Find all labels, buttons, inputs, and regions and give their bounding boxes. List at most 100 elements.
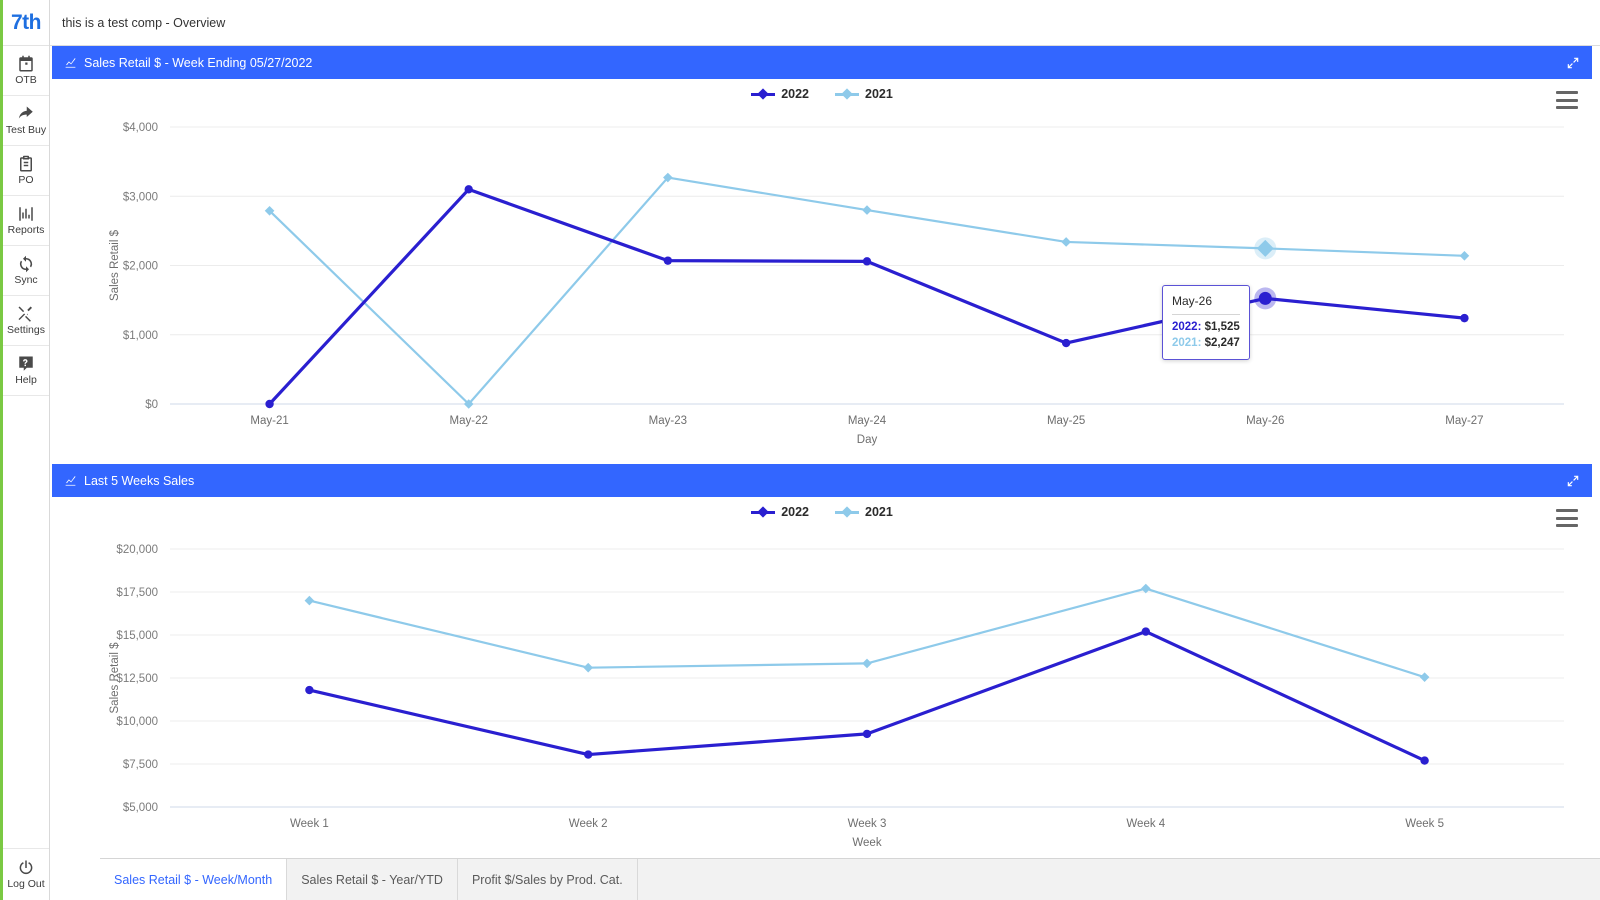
svg-text:Week 4: Week 4	[1126, 818, 1165, 830]
svg-text:May-25: May-25	[1047, 415, 1085, 427]
calendar-icon	[17, 55, 35, 73]
sidebar-item-otb[interactable]: OTB	[3, 46, 49, 96]
chart-tooltip: May-26 2022: $1,525 2021: $2,247	[1162, 285, 1250, 361]
page-title: this is a test comp - Overview	[62, 15, 226, 30]
legend-label: 2021	[865, 505, 893, 519]
panel-body: 2022 2021 $0 $1,000 $2,000 $3,000 $4,000 May-…	[52, 79, 1592, 464]
legend-label: 2022	[781, 87, 809, 101]
tab-sales-retail-year-ytd[interactable]: Sales Retail $ - Year/YTD	[287, 859, 458, 900]
chart-2-plot: $5,000 $7,500 $10,000 $12,500 $15,000 $17,500…	[109, 544, 1564, 849]
panel-header: Last 5 Weeks Sales	[52, 464, 1592, 497]
svg-text:Week: Week	[852, 837, 881, 849]
app-root: 7th OTB Test Buy PO Reports Sync Setting…	[0, 0, 1600, 900]
svg-text:$12,500: $12,500	[116, 673, 158, 685]
svg-text:Sales Retail $: Sales Retail $	[109, 642, 121, 714]
sidebar-item-sync[interactable]: Sync	[3, 246, 49, 296]
svg-text:$20,000: $20,000	[116, 544, 158, 556]
sidebar-nav: OTB Test Buy PO Reports Sync Settings He…	[3, 46, 49, 396]
sidebar-item-reports[interactable]: Reports	[3, 196, 49, 246]
svg-text:$5,000: $5,000	[123, 802, 158, 814]
tooltip-series-key: 2022:	[1172, 321, 1202, 334]
main-area: this is a test comp - Overview Sales Ret…	[50, 0, 1600, 900]
bottom-tabbar: Sales Retail $ - Week/Month Sales Retail…	[100, 858, 1600, 900]
panel-title: Sales Retail $ - Week Ending 05/27/2022	[84, 55, 313, 70]
svg-text:May-26: May-26	[1246, 415, 1284, 427]
tooltip-series-value: $2,247	[1204, 336, 1240, 349]
legend-marker	[751, 510, 776, 514]
line-chart-icon	[64, 474, 77, 487]
clipboard-icon	[17, 155, 35, 173]
svg-text:$17,500: $17,500	[116, 587, 158, 599]
arrow-share-icon	[17, 105, 35, 123]
svg-text:May-23: May-23	[649, 415, 687, 427]
logout-button[interactable]: Log Out	[3, 848, 49, 900]
sidebar: 7th OTB Test Buy PO Reports Sync Setting…	[0, 0, 50, 900]
svg-text:$4,000: $4,000	[123, 122, 158, 134]
panel-last-5-weeks-sales: Last 5 Weeks Sales 2022 2021 $5,000 $7,5…	[52, 464, 1592, 869]
chart-2: 2022 2021 $5,000 $7,500 $10,000 $12,500 $15,…	[52, 497, 1592, 869]
legend-item-2021[interactable]: 2021	[835, 505, 893, 519]
legend-marker	[835, 510, 859, 514]
logo[interactable]: 7th	[3, 0, 49, 46]
logout-label: Log Out	[7, 878, 45, 890]
svg-text:Week 3: Week 3	[848, 818, 887, 830]
chart-1: 2022 2021 $0 $1,000 $2,000 $3,000 $4,000 May-…	[52, 79, 1592, 464]
sidebar-item-label: Reports	[7, 224, 45, 236]
sidebar-item-settings[interactable]: Settings	[3, 296, 49, 346]
svg-text:Day: Day	[857, 434, 878, 446]
topbar: this is a test comp - Overview	[50, 0, 1600, 46]
svg-text:May-24: May-24	[848, 415, 887, 427]
panel-body: 2022 2021 $5,000 $7,500 $10,000 $12,500 $15,…	[52, 497, 1592, 869]
svg-text:May-27: May-27	[1445, 415, 1483, 427]
sidebar-item-label: OTB	[15, 74, 37, 86]
hamburger-menu-icon[interactable]	[1556, 509, 1578, 527]
svg-text:$0: $0	[145, 399, 158, 411]
chart-1-plot: $0 $1,000 $2,000 $3,000 $4,000 May-21 May-22 Ma…	[109, 122, 1564, 446]
sidebar-item-po[interactable]: PO	[3, 146, 49, 196]
power-icon	[17, 859, 35, 877]
panel-header: Sales Retail $ - Week Ending 05/27/2022	[52, 46, 1592, 79]
svg-text:$7,500: $7,500	[123, 759, 158, 771]
tooltip-series-value: $1,525	[1204, 321, 1240, 334]
svg-text:$3,000: $3,000	[123, 191, 158, 203]
svg-text:May-21: May-21	[250, 415, 288, 427]
legend-label: 2021	[865, 87, 893, 101]
legend-label: 2022	[781, 505, 809, 519]
legend-item-2022[interactable]: 2022	[751, 87, 809, 101]
panel-title: Last 5 Weeks Sales	[84, 473, 195, 488]
sidebar-item-label: PO	[18, 174, 34, 186]
svg-text:$2,000: $2,000	[123, 261, 158, 273]
svg-text:Week 5: Week 5	[1405, 818, 1444, 830]
tab-profit-sales-by-prod-cat[interactable]: Profit $/Sales by Prod. Cat.	[457, 859, 638, 900]
tooltip-title: May-26	[1172, 293, 1240, 316]
expand-arrows-icon[interactable]	[1566, 56, 1580, 70]
hamburger-menu-icon[interactable]	[1556, 91, 1578, 109]
legend-item-2021[interactable]: 2021	[835, 87, 893, 101]
tabbar-filler	[637, 859, 1600, 900]
tooltip-row: 2022: $1,525	[1172, 320, 1240, 336]
sidebar-item-test-buy[interactable]: Test Buy	[3, 96, 49, 146]
legend-item-2022[interactable]: 2022	[751, 505, 809, 519]
line-chart-icon	[64, 56, 77, 69]
tab-sales-retail-week-month[interactable]: Sales Retail $ - Week/Month	[100, 859, 288, 900]
svg-text:May-22: May-22	[450, 415, 488, 427]
sync-icon	[17, 255, 35, 273]
content-area: Sales Retail $ - Week Ending 05/27/2022 …	[50, 46, 1600, 900]
tools-icon	[17, 305, 35, 323]
logo-text: 7th	[11, 10, 42, 34]
svg-text:$15,000: $15,000	[116, 630, 158, 642]
legend-marker	[751, 92, 776, 96]
sidebar-item-label: Settings	[7, 324, 45, 336]
svg-text:$1,000: $1,000	[123, 330, 158, 342]
legend-marker	[835, 92, 859, 96]
expand-arrows-icon[interactable]	[1566, 474, 1580, 488]
tooltip-row: 2021: $2,247	[1172, 336, 1240, 352]
sidebar-item-label: Help	[15, 374, 37, 386]
tooltip-series-key: 2021:	[1172, 336, 1202, 349]
bar-chart-icon	[17, 205, 35, 223]
svg-text:$10,000: $10,000	[116, 716, 158, 728]
svg-text:Sales Retail $: Sales Retail $	[109, 229, 121, 301]
help-icon	[17, 355, 35, 373]
sidebar-item-help[interactable]: Help	[3, 346, 49, 396]
svg-text:Week 2: Week 2	[569, 818, 608, 830]
